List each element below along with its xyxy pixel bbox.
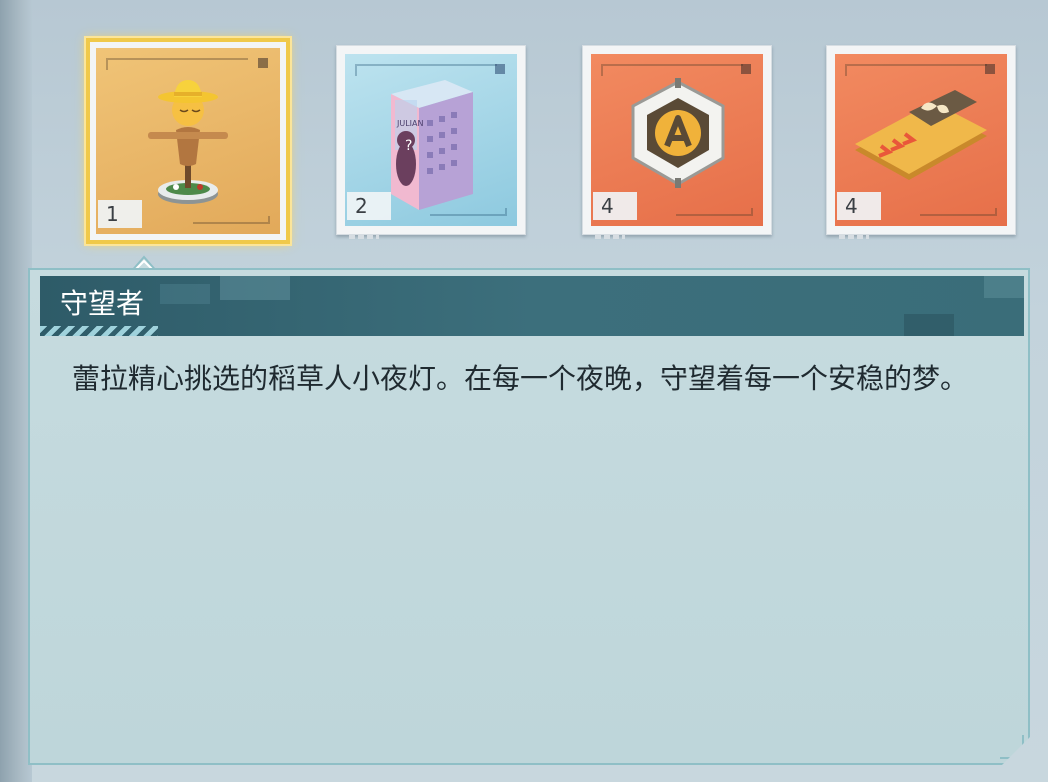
box-label: JULIAN [396, 119, 424, 128]
header-decoration [984, 276, 1024, 298]
item-slot-mystery-box[interactable]: ? JULIAN 2 [336, 45, 526, 239]
left-edge-decoration [0, 0, 32, 782]
card-decoration [595, 235, 625, 239]
card-decoration [349, 235, 379, 239]
item-slot-hexagon-badge[interactable]: 4 [582, 45, 772, 239]
item-slot-background: 4 [835, 54, 1007, 226]
header-stripes [40, 326, 158, 336]
card-decoration [839, 235, 869, 239]
item-slot-background: ? JULIAN 2 [345, 54, 517, 226]
quantity-value: 4 [845, 194, 858, 218]
item-slot-background: 1 [96, 48, 280, 234]
quantity-badge: 4 [837, 192, 881, 220]
header-decoration [904, 314, 954, 336]
item-slot-butterfly-card[interactable]: 4 [826, 45, 1016, 239]
item-description: 蕾拉精心挑选的稻草人小夜灯。在每一个夜晚，守望着每一个安稳的梦。 [72, 362, 969, 395]
item-detail-header: 守望者 [40, 276, 1024, 336]
header-decoration [160, 284, 210, 304]
quantity-badge: 2 [347, 192, 391, 220]
panel-corner-decoration [1000, 735, 1024, 759]
svg-text:?: ? [405, 138, 412, 154]
item-slot-background: 4 [591, 54, 763, 226]
quantity-value: 1 [106, 202, 119, 226]
item-detail-panel: 守望者 蕾拉精心挑选的稻草人小夜灯。在每一个夜晚，守望着每一个安稳的梦。 [28, 268, 1030, 765]
quantity-value: 4 [601, 194, 614, 218]
header-decoration [220, 276, 290, 300]
quantity-badge: 4 [593, 192, 637, 220]
quantity-value: 2 [355, 194, 368, 218]
quantity-badge: 1 [98, 200, 142, 228]
item-title: 守望者 [60, 287, 145, 320]
item-slot-scarecrow[interactable]: 1 [86, 38, 290, 244]
